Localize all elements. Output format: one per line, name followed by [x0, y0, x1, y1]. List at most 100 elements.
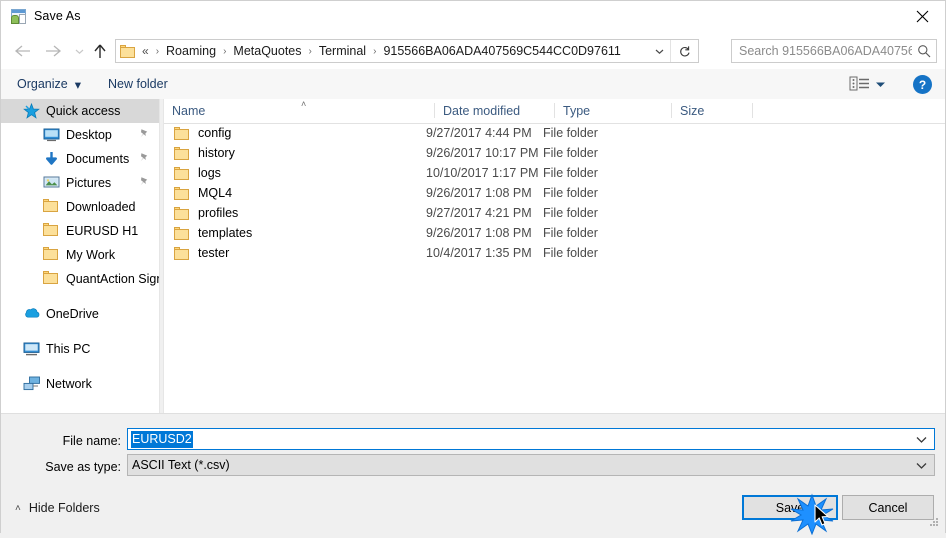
new-folder-button[interactable]: New folder: [108, 69, 168, 99]
search-input[interactable]: Search 915566BA06ADA40756...: [732, 44, 912, 58]
file-name-dropdown-icon[interactable]: [908, 436, 934, 443]
file-row-name: logs: [198, 166, 221, 180]
save-as-type-dropdown-icon[interactable]: [908, 462, 934, 469]
forward-icon[interactable]: [38, 33, 68, 69]
column-headers: Name ˄ Date modified Type Size: [164, 99, 945, 124]
file-row-date: 9/26/2017 1:08 PM: [426, 186, 532, 200]
column-header-name[interactable]: Name ˄: [164, 99, 434, 122]
breadcrumb-separator: ›: [223, 45, 227, 57]
sidebar-item-my-work[interactable]: My Work: [1, 243, 159, 267]
folder-icon: [43, 247, 61, 263]
save-as-type-label: Save as type:: [45, 460, 121, 474]
save-as-dialog: Save As « › Roaming › MetaQuotes › Termi…: [0, 0, 946, 536]
sidebar-item-this-pc[interactable]: This PC: [1, 337, 159, 361]
file-row-name: profiles: [198, 206, 239, 220]
sidebar-item-desktop[interactable]: Desktop: [1, 123, 159, 147]
table-row[interactable]: templates 9/26/2017 1:08 PM File folder: [164, 223, 945, 243]
title-bar: Save As: [1, 1, 945, 33]
file-list-pane: Name ˄ Date modified Type Size config 9/2…: [164, 99, 945, 413]
pin-icon[interactable]: [138, 152, 149, 166]
sidebar-item-network[interactable]: Network: [1, 372, 159, 396]
sort-ascending-icon: ˄: [301, 99, 307, 109]
sidebar-item-downloaded[interactable]: Downloaded: [1, 195, 159, 219]
recent-locations-icon[interactable]: [69, 33, 89, 69]
breadcrumb-separator: ›: [308, 45, 312, 57]
organize-button[interactable]: Organize ▾: [17, 69, 81, 99]
view-mode-icon[interactable]: [849, 75, 871, 93]
file-row-name-cell: logs: [164, 166, 426, 180]
sidebar-item-label: Documents: [66, 152, 130, 166]
file-row-date: 10/10/2017 1:17 PM: [426, 166, 539, 180]
search-box[interactable]: Search 915566BA06ADA40756...: [731, 39, 937, 63]
breadcrumb-overflow[interactable]: «: [141, 44, 150, 58]
file-row-name: MQL4: [198, 186, 233, 200]
address-dropdown-icon[interactable]: [648, 40, 670, 62]
table-row[interactable]: history 9/26/2017 10:17 PM File folder: [164, 143, 945, 163]
sidebar-item-eurusd-h1[interactable]: EURUSD H1: [1, 219, 159, 243]
file-rows: config 9/27/2017 4:44 PM File folder histor…: [164, 123, 945, 263]
this-pc-icon: [23, 341, 41, 357]
folder-icon: [174, 226, 190, 240]
folder-icon: [43, 223, 61, 239]
table-row[interactable]: MQL4 9/26/2017 1:08 PM File folder: [164, 183, 945, 203]
breadcrumb-item-roaming[interactable]: Roaming: [165, 44, 217, 58]
sidebar-item-label: Desktop: [66, 128, 112, 142]
table-row[interactable]: logs 10/10/2017 1:17 PM File folder: [164, 163, 945, 183]
file-name-value[interactable]: EURUSD2: [131, 430, 193, 448]
file-row-name: tester: [198, 246, 230, 260]
breadcrumb-item-metaquotes[interactable]: MetaQuotes: [232, 44, 302, 58]
column-header-type[interactable]: Type: [555, 99, 671, 122]
sidebar-item-documents[interactable]: Documents: [1, 147, 159, 171]
back-icon[interactable]: [7, 33, 37, 69]
help-label: ?: [918, 77, 927, 92]
view-dropdown-icon[interactable]: [875, 69, 886, 99]
hide-folders-button[interactable]: ˄ Hide Folders: [15, 501, 100, 515]
cancel-button[interactable]: Cancel: [842, 495, 934, 520]
sidebar-item-label: My Work: [66, 248, 116, 262]
onedrive-cloud-icon: [23, 306, 41, 322]
column-header-size[interactable]: Size: [672, 99, 752, 122]
sidebar-item-onedrive[interactable]: OneDrive: [1, 302, 159, 326]
file-row-name: history: [198, 146, 235, 160]
file-row-name-cell: history: [164, 146, 426, 160]
resize-grip[interactable]: [930, 518, 939, 527]
breadcrumb-item-guid[interactable]: 915566BA06ADA407569C544CC0D97611: [382, 44, 621, 58]
save-as-type-select[interactable]: ASCII Text (*.csv): [127, 454, 935, 476]
table-row[interactable]: config 9/27/2017 4:44 PM File folder: [164, 123, 945, 143]
breadcrumb-separator: ›: [155, 45, 160, 57]
refresh-icon[interactable]: [670, 40, 697, 62]
folder-icon: [43, 271, 61, 287]
column-header-type-label: Type: [563, 103, 591, 118]
pin-icon[interactable]: [138, 176, 149, 190]
help-icon[interactable]: ?: [913, 75, 932, 94]
save-button[interactable]: Save: [742, 495, 838, 520]
breadcrumb-item-terminal[interactable]: Terminal: [318, 44, 367, 58]
address-bar[interactable]: « › Roaming › MetaQuotes › Terminal › 91…: [115, 39, 699, 63]
folder-icon: [174, 166, 190, 180]
window-title: Save As: [34, 9, 81, 23]
table-row[interactable]: tester 10/4/2017 1:35 PM File folder: [164, 243, 945, 263]
file-row-date: 9/27/2017 4:21 PM: [426, 206, 532, 220]
file-row-type: File folder: [543, 246, 598, 260]
file-row-name-cell: tester: [164, 246, 426, 260]
sidebar-item-pictures[interactable]: Pictures: [1, 171, 159, 195]
file-row-type: File folder: [543, 146, 598, 160]
sidebar-item-label: Pictures: [66, 176, 112, 190]
organize-label: Organize: [17, 77, 68, 91]
star-icon: [23, 102, 41, 119]
up-icon[interactable]: [87, 33, 113, 69]
pin-icon[interactable]: [138, 128, 149, 142]
close-icon[interactable]: [899, 1, 945, 32]
file-name-input[interactable]: EURUSD2: [127, 428, 935, 450]
table-row[interactable]: profiles 9/27/2017 4:21 PM File folder: [164, 203, 945, 223]
file-row-type: File folder: [543, 226, 598, 240]
folder-icon: [174, 246, 190, 260]
sidebar-item-label: Downloaded: [66, 200, 136, 214]
sidebar-item-label: This PC: [46, 342, 91, 356]
network-icon: [23, 376, 41, 392]
column-header-date-modified[interactable]: Date modified: [435, 99, 554, 122]
sidebar-item-quick-access[interactable]: Quick access: [1, 99, 159, 123]
sidebar-item-quantaction-signal[interactable]: QuantAction Signal: [1, 267, 159, 291]
